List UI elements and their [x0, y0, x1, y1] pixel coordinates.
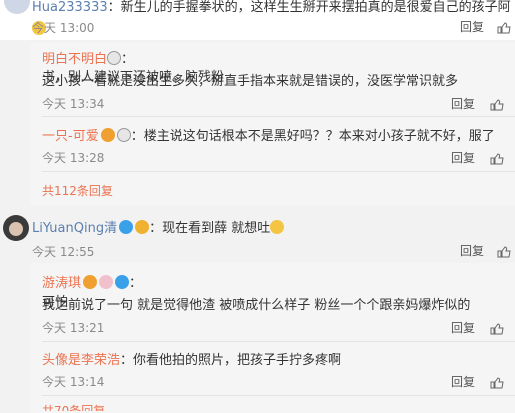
- like-button[interactable]: [490, 374, 504, 393]
- comment-colon: ：: [107, 0, 121, 15]
- reply-button[interactable]: 回复: [460, 18, 484, 35]
- reply-text-line1: 楼主说这句话根本不是黑好吗？？本来对小孩子就不好，服了: [143, 129, 495, 144]
- reply-time: 今天 13:34: [42, 97, 105, 111]
- badge-icon: [99, 275, 114, 289]
- comment-time: 今天 13:00: [32, 21, 95, 35]
- reply-time: 今天 13:14: [42, 375, 105, 389]
- badge-icon: [119, 220, 134, 234]
- reply-line: 头像是李荣浩：你看他拍的照片，把孩子手拧多疼啊: [42, 349, 341, 371]
- more-replies-link[interactable]: 共70条回复: [42, 402, 105, 411]
- like-button[interactable]: [490, 320, 504, 339]
- reply-text-line1: 我之前说了一句 就是觉得他渣 被喷成什么样子 粉丝一个个跟亲妈爆炸似的: [42, 298, 471, 313]
- reply-line: 一只-可爱 ：楼主说这句话根本不是黑好吗？？本来对小孩子就不好，服了: [42, 125, 495, 147]
- divider: [42, 116, 515, 117]
- reply-username[interactable]: 明白不明白: [42, 52, 107, 67]
- reply-text-line2: 书，别人建议下还被喷。脑残粉: [42, 70, 225, 85]
- reply-text-line2: 可怕: [42, 295, 69, 310]
- badge-icon: [115, 275, 130, 289]
- like-button[interactable]: [497, 19, 511, 38]
- reply-time: 今天 13:21: [42, 321, 105, 335]
- reply-colon: ：: [129, 276, 143, 291]
- reply-colon: ：: [130, 129, 144, 144]
- comment-header: Hua233333：新生儿的手握拳状的，这样生生掰开来摆拍真的是很爱自己的孩子阿: [32, 0, 515, 37]
- thumb-up-icon: [490, 99, 504, 111]
- thumb-up-icon: [490, 153, 504, 165]
- divider: [42, 341, 515, 342]
- reply-username[interactable]: 头像是李荣浩: [42, 353, 120, 368]
- badge-icon: [100, 128, 115, 142]
- avatar-face: [9, 222, 23, 236]
- vomit-emoji-icon: [270, 220, 285, 234]
- reply-time: 今天 13:28: [42, 151, 105, 165]
- panda-emoji-icon: [116, 128, 131, 142]
- comment-username[interactable]: Hua233333: [32, 0, 108, 15]
- more-replies-link[interactable]: 共112条回复: [42, 182, 113, 199]
- reply-button[interactable]: 回复: [451, 95, 475, 112]
- reply-button[interactable]: 回复: [451, 319, 475, 336]
- comment-colon: ：: [149, 221, 163, 236]
- thumb-up-icon: [497, 22, 511, 34]
- badge-icon: [83, 275, 98, 289]
- comment-time: 今天 12:55: [32, 245, 95, 259]
- reply-button[interactable]: 回复: [451, 373, 475, 390]
- divider: [42, 171, 515, 172]
- thumb-up-icon: [497, 246, 511, 258]
- reply-username[interactable]: 游涛琪: [42, 276, 81, 291]
- like-button[interactable]: [497, 243, 511, 262]
- comment-username[interactable]: LiYuanQing清: [32, 221, 117, 236]
- comment-text: 新生儿的手握拳状的，这样生生掰开来摆拍真的是很爱自己的孩子阿: [120, 0, 511, 15]
- reply-line: 游涛琪 ： 我之前说了一句 就是觉得他渣 被喷成什么样子 粉丝一个个跟亲妈爆炸似的: [42, 272, 515, 316]
- like-button[interactable]: [490, 96, 504, 115]
- reply-colon: ：: [120, 353, 134, 368]
- like-button[interactable]: [490, 150, 504, 169]
- reply-button[interactable]: 回复: [451, 149, 475, 166]
- reply-text: 你看他拍的照片，把孩子手拧多疼啊: [133, 353, 342, 368]
- comment-header: LiYuanQing清 ：现在看到薛 就想吐: [32, 217, 285, 239]
- divider: [42, 395, 515, 396]
- comment-text: 现在看到薛 就想吐: [162, 221, 271, 236]
- avatar[interactable]: [3, 215, 29, 241]
- badge-icon: [135, 220, 150, 234]
- panda-emoji-icon: [107, 51, 122, 65]
- thumb-up-icon: [490, 377, 504, 389]
- reply-username[interactable]: 一只-可爱: [42, 129, 99, 144]
- thumb-up-icon: [490, 323, 504, 335]
- reply-button[interactable]: 回复: [460, 242, 484, 259]
- reply-colon: ：: [121, 52, 135, 67]
